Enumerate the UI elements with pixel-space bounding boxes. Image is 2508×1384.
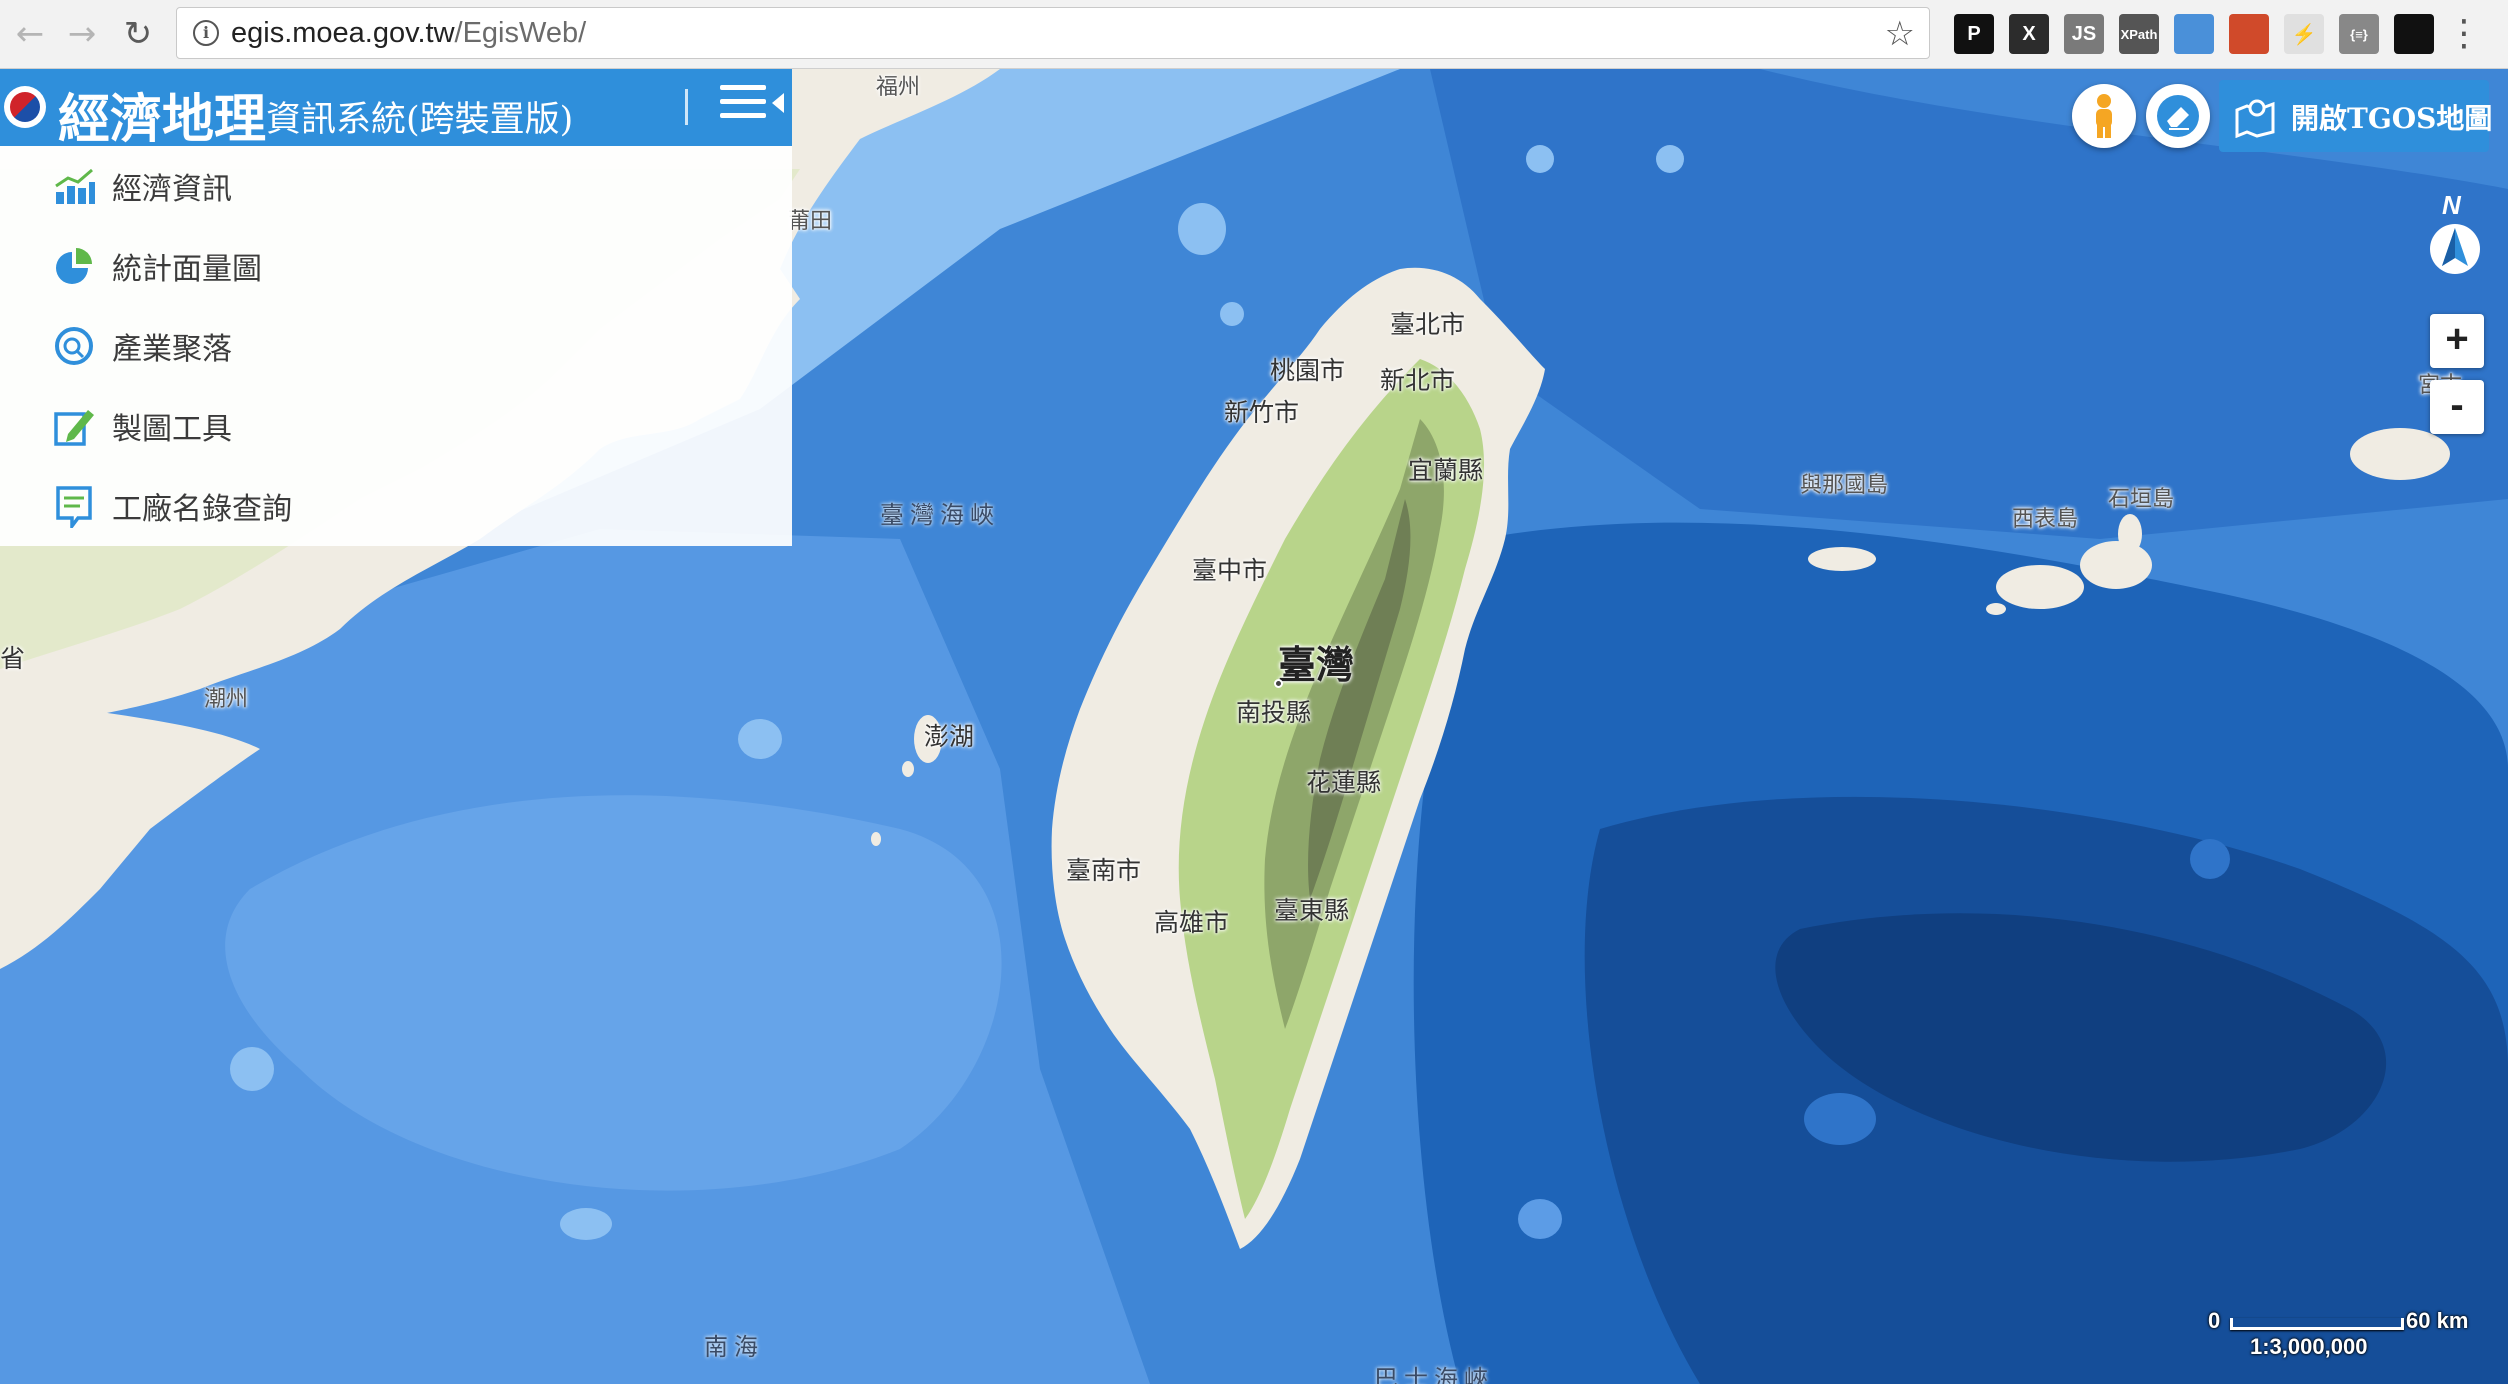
scale-distance-label: 60 km [2406, 1308, 2469, 1333]
x-extension-icon[interactable]: X [2009, 14, 2049, 54]
pocket-extension-icon[interactable]: P [1954, 14, 1994, 54]
map-label-nantou: 南投縣 [1236, 698, 1312, 727]
map-label-taichung: 臺中市 [1192, 556, 1268, 585]
menu-label: 經濟資訊 [112, 172, 232, 207]
pegman-icon [2096, 94, 2112, 138]
compass-icon [2430, 224, 2480, 274]
cookie-extension-icon[interactable] [2229, 14, 2269, 54]
map-label-tainan: 臺南市 [1066, 856, 1142, 885]
eraser-icon [2157, 95, 2199, 137]
map-label-province: 省 [0, 644, 26, 673]
directory-book-icon [56, 486, 92, 528]
menu-label: 工廠名錄查詢 [112, 492, 292, 527]
tgos-label: 開啟TGOS地圖 [2291, 102, 2493, 135]
map-label-bashi-channel: 巴士海峽 [1374, 1365, 1494, 1384]
north-label: N [2442, 190, 2461, 220]
function-menu-panel: 經濟資訊 統計面量圖 產業聚落 製圖工具 工廠名錄查詢 [0, 146, 792, 546]
pie-chart-icon [56, 248, 92, 284]
map-label-taiwan-strait: 臺灣海峽 [880, 501, 1000, 529]
collapse-panel-icon[interactable] [772, 93, 784, 113]
menu-item-factory-directory[interactable]: 工廠名錄查詢 [0, 466, 792, 546]
hexagon-extension-icon[interactable] [2394, 14, 2434, 54]
scale-zero-label: 0 [2208, 1308, 2221, 1333]
bookmark-star-icon[interactable]: ☆ [1885, 14, 1915, 54]
info-icon[interactable]: i [193, 20, 219, 46]
json-extension-icon[interactable]: {≡} [2339, 14, 2379, 54]
north-arrow: N [2422, 190, 2488, 280]
map-point-taiwan [1274, 679, 1283, 688]
map-label-hsinchu: 新竹市 [1224, 398, 1300, 427]
app-header: 經濟地理 資訊系統(跨裝置版) [0, 69, 792, 150]
map-label-fuzhou: 福州 [876, 75, 921, 100]
url-host: egis.moea.gov.tw [231, 17, 455, 49]
menu-label: 統計面量圖 [112, 252, 262, 287]
forward-icon[interactable]: → [60, 12, 104, 56]
cluster-search-icon [55, 327, 93, 365]
app-title: 經濟地理 [58, 89, 267, 150]
open-tgos-map-button[interactable]: 開啟TGOS地圖 [2219, 80, 2493, 152]
map-label-yonaguni: 與那國島 [1800, 473, 1889, 498]
back-icon[interactable]: ← [8, 12, 52, 56]
menu-label: 製圖工具 [112, 412, 232, 447]
xpath-extension-icon[interactable]: XPath [2119, 14, 2159, 54]
map-label-taipei: 臺北市 [1390, 310, 1466, 339]
app-subtitle: 資訊系統(跨裝置版) [266, 100, 574, 140]
scale-ratio-label: 1:3,000,000 [2250, 1334, 2368, 1359]
map-label-ishigaki: 石垣島 [2108, 487, 2175, 512]
address-bar[interactable]: i egis.moea.gov.tw/EgisWeb/ ☆ [176, 7, 1930, 59]
menu-label: 產業聚落 [112, 332, 232, 367]
header-divider [685, 89, 688, 125]
bar-chart-icon [55, 168, 95, 204]
url-text[interactable]: egis.moea.gov.tw/EgisWeb/ [231, 17, 586, 50]
flash-extension-icon[interactable]: ⚡ [2284, 14, 2324, 54]
map-label-hualien: 花蓮縣 [1306, 768, 1382, 797]
map-label-taiwan: 臺灣 [1278, 642, 1355, 687]
map-label-putian: 莆田 [788, 209, 833, 234]
map-label-new-taipei: 新北市 [1380, 366, 1456, 395]
street-view-pegman-button[interactable] [2072, 84, 2136, 148]
scale-bar: 0 60 km 1:3,000,000 [2204, 1300, 2504, 1360]
map-label-chaozhou: 潮州 [204, 687, 249, 712]
map-label-penghu: 澎湖 [924, 722, 975, 751]
eraser-clear-button[interactable] [2146, 84, 2210, 148]
zoom-out-button[interactable]: - [2430, 380, 2484, 434]
inspector-extension-icon[interactable] [2174, 14, 2214, 54]
map-pin-icon [2235, 99, 2275, 138]
moea-logo-icon[interactable] [4, 86, 46, 128]
browser-toolbar: ← → ↻ i egis.moea.gov.tw/EgisWeb/ ☆ P X JS… [0, 0, 2508, 69]
js-extension-icon[interactable]: JS [2064, 14, 2104, 54]
browser-menu-icon[interactable]: ⋮ [2446, 14, 2482, 54]
reload-icon[interactable]: ↻ [116, 12, 160, 56]
menu-item-industry-cluster[interactable]: 產業聚落 [0, 306, 792, 386]
menu-item-economic-info[interactable]: 經濟資訊 [0, 146, 792, 226]
map-label-yilan: 宜蘭縣 [1408, 456, 1484, 485]
scale-line [2230, 1318, 2404, 1330]
url-path: /EgisWeb/ [454, 17, 587, 49]
map-label-south-sea: 南海 [704, 1333, 764, 1361]
map-label-kaohsiung: 高雄市 [1154, 908, 1230, 937]
map-label-taitung: 臺東縣 [1274, 896, 1350, 925]
edit-pencil-icon [54, 410, 94, 446]
map-label-taoyuan: 桃園市 [1270, 356, 1346, 385]
hamburger-menu-icon[interactable] [720, 85, 766, 129]
map-label-iriomote: 西表島 [2012, 507, 2079, 532]
zoom-in-button[interactable]: + [2430, 314, 2484, 368]
menu-item-choropleth[interactable]: 統計面量圖 [0, 226, 792, 306]
menu-item-map-tools[interactable]: 製圖工具 [0, 386, 792, 466]
